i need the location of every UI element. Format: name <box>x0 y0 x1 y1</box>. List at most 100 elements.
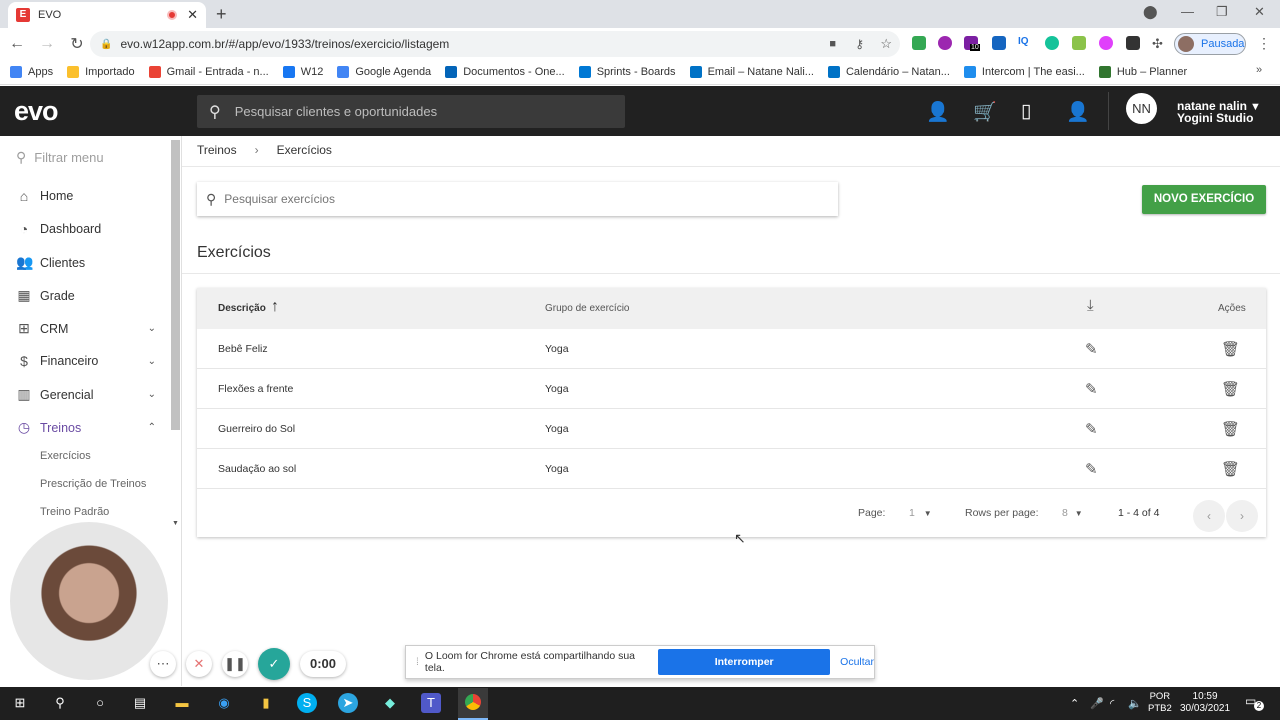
next-page-icon[interactable]: › <box>1226 500 1258 532</box>
extension-icon[interactable] <box>938 36 952 50</box>
loom-finish-icon[interactable]: ✓ <box>258 648 290 680</box>
bookmark-item[interactable]: Email – Natane Nali... <box>689 66 814 78</box>
bookmark-item[interactable]: Apps <box>10 66 53 78</box>
teams-icon[interactable]: T <box>421 693 441 713</box>
bookmark-item[interactable]: Google Agenda <box>337 66 431 78</box>
chrome-menu-icon[interactable]: ⋮ <box>1257 35 1271 52</box>
browser-tab[interactable]: E EVO ✕ <box>8 2 206 28</box>
address-bar[interactable]: 🔒 evo.w12app.com.br/#/app/evo/1933/trein… <box>90 31 900 57</box>
extension-icon[interactable] <box>1072 36 1086 50</box>
loom-cancel-icon[interactable]: ✕ <box>186 651 212 677</box>
forward-icon[interactable]: → <box>34 35 60 53</box>
page-select[interactable]: 1 ▼ <box>909 507 932 519</box>
delete-icon[interactable]: 🗑 <box>1221 340 1240 358</box>
tray-expand-icon[interactable]: ⌃ <box>1070 697 1079 710</box>
cart-icon[interactable]: 🛒 <box>973 100 997 124</box>
extension-icon[interactable] <box>1099 36 1113 50</box>
minimize-icon[interactable]: — <box>1181 4 1194 19</box>
cortana-icon[interactable]: ○ <box>90 693 110 713</box>
stop-sharing-button[interactable]: Interromper compartilhamento <box>658 649 831 694</box>
extension-icon[interactable] <box>1126 36 1140 50</box>
bookmark-item[interactable]: Sprints - Boards <box>578 66 676 78</box>
evo-logo[interactable]: evo <box>14 96 59 127</box>
sidebar-item-crm[interactable]: ⊞ CRM ⌄ <box>16 320 156 337</box>
badge-extension-icon[interactable]: 10 <box>964 36 980 51</box>
table-row[interactable]: Saudação ao sol Yoga ✎ 🗑 <box>197 449 1266 489</box>
exercise-search-input[interactable]: ⚲ Pesquisar exercícios <box>197 182 838 216</box>
sidebar-subitem-treino-padrao[interactable]: Treino Padrão <box>40 506 109 518</box>
tab-search-icon[interactable]: ⬤ <box>1143 4 1158 20</box>
bookmark-item[interactable]: Gmail - Entrada - n... <box>148 66 269 78</box>
close-tab-icon[interactable]: ✕ <box>187 7 198 23</box>
camera-icon[interactable]: ■ <box>829 38 836 50</box>
delete-icon[interactable]: 🗑 <box>1221 380 1240 398</box>
prev-page-icon[interactable]: ‹ <box>1193 500 1225 532</box>
sidebar-item-grade[interactable]: ▦ Grade <box>16 287 156 304</box>
column-description[interactable]: Descrição <box>218 303 266 314</box>
edit-icon[interactable]: ✎ <box>1085 460 1098 478</box>
rows-per-page-select[interactable]: 8 ▼ <box>1062 507 1083 519</box>
app-icon[interactable]: ◆ <box>380 693 400 713</box>
drive-extension-icon[interactable] <box>912 36 926 50</box>
close-window-icon[interactable]: ✕ <box>1254 4 1265 20</box>
bookmark-item[interactable]: W12 <box>282 66 323 78</box>
bookmark-star-icon[interactable]: ☆ <box>880 36 892 52</box>
filter-menu-input[interactable]: ⚲ Filtrar menu <box>16 149 104 166</box>
network-icon[interactable]: ◜ <box>1110 697 1114 710</box>
sidebar-scrollbar[interactable] <box>171 140 180 430</box>
new-exercise-button[interactable]: NOVO EXERCÍCIO <box>1142 185 1266 214</box>
bookmark-item[interactable]: Hub – Planner <box>1098 66 1187 78</box>
sidebar-subitem-prescricao[interactable]: Prescrição de Treinos <box>40 478 146 490</box>
clock[interactable]: 10:59 30/03/2021 <box>1180 691 1230 715</box>
table-row[interactable]: Bebê Feliz Yoga ✎ 🗑 <box>197 329 1266 369</box>
edit-icon[interactable]: ✎ <box>1085 340 1098 358</box>
skype-icon[interactable]: S <box>297 693 317 713</box>
extension-icon[interactable] <box>992 36 1006 50</box>
sidebar-item-clientes[interactable]: 👥 Clientes <box>16 254 156 271</box>
bookmark-item[interactable]: Calendário – Natan... <box>827 66 950 78</box>
delete-icon[interactable]: 🗑 <box>1221 420 1240 438</box>
bookmark-item[interactable]: Intercom | The easi... <box>963 66 1085 78</box>
back-icon[interactable]: ← <box>4 35 30 53</box>
microphone-icon[interactable]: 🎤 <box>1090 697 1104 710</box>
edit-icon[interactable]: ✎ <box>1085 420 1098 438</box>
user-menu-caret-icon[interactable]: ▼ <box>1250 101 1261 113</box>
user-check-icon[interactable]: 👤 <box>1066 100 1090 124</box>
breadcrumb-treinos[interactable]: Treinos <box>197 143 237 157</box>
sidebar-item-dashboard[interactable]: ◔ Dashboard <box>16 221 156 237</box>
edit-icon[interactable]: ✎ <box>1085 380 1098 398</box>
file-explorer-icon[interactable]: ▬ <box>172 693 192 713</box>
sidebar-subitem-exercicios[interactable]: Exercícios <box>40 450 91 462</box>
sidebar-item-home[interactable]: ⌂ Home <box>16 188 156 204</box>
add-person-icon[interactable]: 👤 <box>926 100 950 124</box>
sort-ascending-icon[interactable]: ↑ <box>271 298 279 316</box>
loom-more-icon[interactable]: ⋯ <box>150 651 176 677</box>
delete-icon[interactable]: 🗑 <box>1221 460 1240 478</box>
task-view-icon[interactable]: ▤ <box>130 693 150 713</box>
sidebar-item-treinos[interactable]: ◷ Treinos ⌃ <box>16 419 156 436</box>
download-icon[interactable]: ⤓ <box>1087 297 1094 314</box>
scroll-down-icon[interactable]: ▼ <box>172 520 179 527</box>
search-icon[interactable]: ⚲ <box>50 693 70 713</box>
profile-button[interactable]: Pausada <box>1174 33 1246 55</box>
key-icon[interactable]: ⚷ <box>855 37 864 51</box>
user-info[interactable]: natane nalin Yogini Studio <box>1177 100 1253 124</box>
user-avatar[interactable]: NN <box>1126 93 1157 124</box>
notes-icon[interactable]: ▮ <box>256 693 276 713</box>
global-search-input[interactable]: ⚲ Pesquisar clientes e oportunidades <box>197 95 625 128</box>
restore-icon[interactable]: ❐ <box>1216 4 1228 20</box>
hide-link[interactable]: Ocultar <box>840 656 874 668</box>
bookmark-item[interactable]: Importado <box>67 66 135 78</box>
table-row[interactable]: Guerreiro do Sol Yoga ✎ 🗑 <box>197 409 1266 449</box>
grammarly-icon[interactable] <box>1045 36 1059 50</box>
table-row[interactable]: Flexões a frente Yoga ✎ 🗑 <box>197 369 1266 409</box>
telegram-icon[interactable]: ➤ <box>338 693 358 713</box>
edge-icon[interactable]: ◉ <box>214 693 234 713</box>
loom-webcam-bubble[interactable] <box>10 522 168 680</box>
more-bookmarks-icon[interactable]: » <box>1256 64 1262 76</box>
volume-icon[interactable]: 🔈 <box>1128 697 1142 710</box>
device-icon[interactable]: ▯ <box>1021 100 1031 123</box>
chrome-taskbar-button[interactable] <box>458 688 488 720</box>
column-group[interactable]: Grupo de exercício <box>545 303 630 314</box>
extensions-puzzle-icon[interactable]: ✣ <box>1152 36 1166 51</box>
